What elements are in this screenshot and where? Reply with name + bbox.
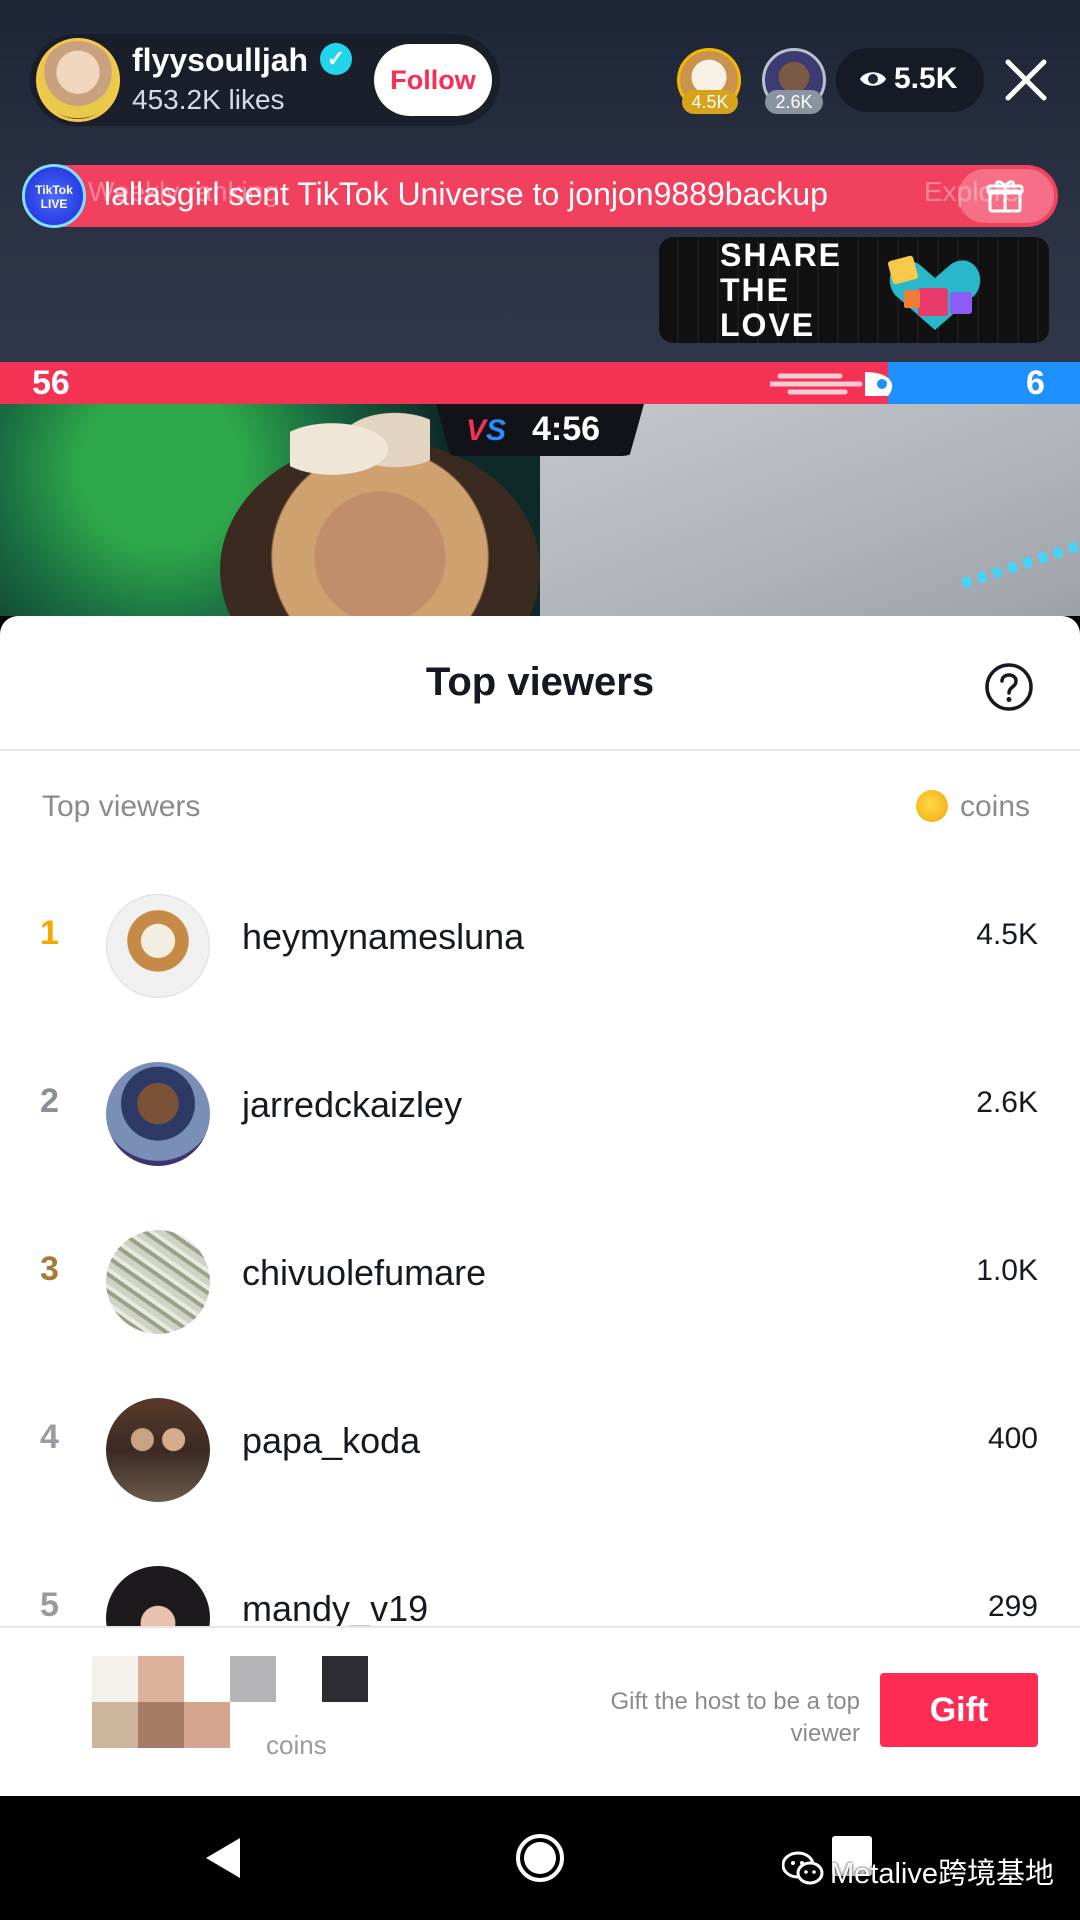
viewer-row[interactable]: 5 mandy_v19 299 — [0, 1534, 1080, 1626]
share-the-love-text: SHARE THE LOVE — [720, 237, 843, 343]
watermark-text: Metalive跨境基地 — [830, 1858, 1054, 1890]
viewer-avatar[interactable] — [106, 1398, 210, 1502]
top-viewer-2-count: 2.6K — [765, 90, 823, 114]
top-viewers-list[interactable]: 1 heymynamesluna 4.5K 2 jarredckaizley 2… — [0, 862, 1080, 1626]
viewer-row[interactable]: 3 chivuolefumare 1.0K — [0, 1198, 1080, 1366]
viewer-count: 5.5K — [894, 62, 958, 95]
viewer-row[interactable]: 4 papa_koda 400 — [0, 1366, 1080, 1534]
top-viewer-1-count: 4.5K — [682, 90, 738, 114]
viewer-avatar[interactable] — [106, 1566, 210, 1626]
viewer-coins: 400 — [987, 1422, 1038, 1455]
viewer-coins: 4.5K — [976, 918, 1038, 951]
viewer-avatar[interactable] — [106, 1230, 210, 1334]
viewer-name[interactable]: mandy_v19 — [242, 1588, 428, 1626]
help-icon[interactable] — [984, 662, 1034, 712]
viewer-rank: 3 — [40, 1250, 59, 1288]
verified-badge-icon: ✓ — [320, 43, 352, 75]
sheet-title: Top viewers — [425, 660, 655, 704]
gift-button[interactable]: Gift — [880, 1673, 1038, 1747]
viewer-row[interactable]: 2 jarredckaizley 2.6K — [0, 1030, 1080, 1198]
my-coins-label: coins — [266, 1730, 327, 1760]
close-icon[interactable] — [1004, 58, 1048, 102]
sheet-divider — [0, 749, 1080, 751]
viewer-coins: 2.6K — [976, 1086, 1038, 1119]
battle-timer: 4:56 — [532, 410, 601, 448]
gift-boxes-illustration — [888, 255, 981, 330]
viewer-rank: 5 — [40, 1586, 59, 1624]
gift-hint-text: Gift the host to be a top viewer — [610, 1688, 861, 1747]
viewer-name[interactable]: papa_koda — [242, 1420, 420, 1462]
viewer-row[interactable]: 1 heymynamesluna 4.5K — [0, 862, 1080, 1030]
eye-icon — [860, 72, 886, 86]
viewer-name[interactable]: chivuolefumare — [242, 1252, 486, 1294]
host-likes: 453.2K likes — [132, 84, 285, 115]
wechat-icon — [782, 1851, 824, 1885]
battle-spark-icon — [770, 372, 893, 396]
viewer-rank: 4 — [40, 1418, 59, 1456]
back-icon[interactable] — [200, 1834, 248, 1882]
coins-column-label: coins — [960, 790, 1031, 823]
follow-button[interactable]: Follow — [374, 44, 492, 116]
host-name[interactable]: flyysoulljah — [132, 42, 308, 79]
gift-ticker-text: lallasgirl sent TikTok Universe to jonjo… — [104, 176, 828, 212]
viewer-rank: 1 — [40, 914, 59, 952]
coin-icon — [916, 790, 948, 822]
viewer-rank: 2 — [40, 1082, 59, 1120]
battle-opponent-score: 6 — [1026, 364, 1045, 402]
viewer-avatar[interactable] — [106, 894, 210, 998]
viewer-coins: 299 — [987, 1590, 1038, 1623]
battle-host-score: 56 — [32, 364, 70, 402]
share-the-love-banner[interactable] — [659, 237, 1049, 343]
viewer-name[interactable]: jarredckaizley — [242, 1084, 462, 1126]
viewer-name[interactable]: heymynamesluna — [242, 916, 524, 958]
section-label: Top viewers — [42, 790, 201, 823]
gift-icon — [986, 180, 1024, 213]
home-icon[interactable] — [514, 1832, 566, 1884]
battle-bar-opponent-side — [888, 362, 1080, 404]
vs-icon: VS — [466, 414, 507, 447]
battle-bar-host-side — [0, 362, 888, 404]
viewer-coins: 1.0K — [976, 1254, 1038, 1287]
host-avatar[interactable] — [36, 38, 120, 122]
viewer-avatar[interactable] — [106, 1062, 210, 1166]
tiktok-live-badge-icon: TikTok LIVE — [22, 164, 86, 228]
bunny-ears-accessory — [290, 404, 430, 494]
